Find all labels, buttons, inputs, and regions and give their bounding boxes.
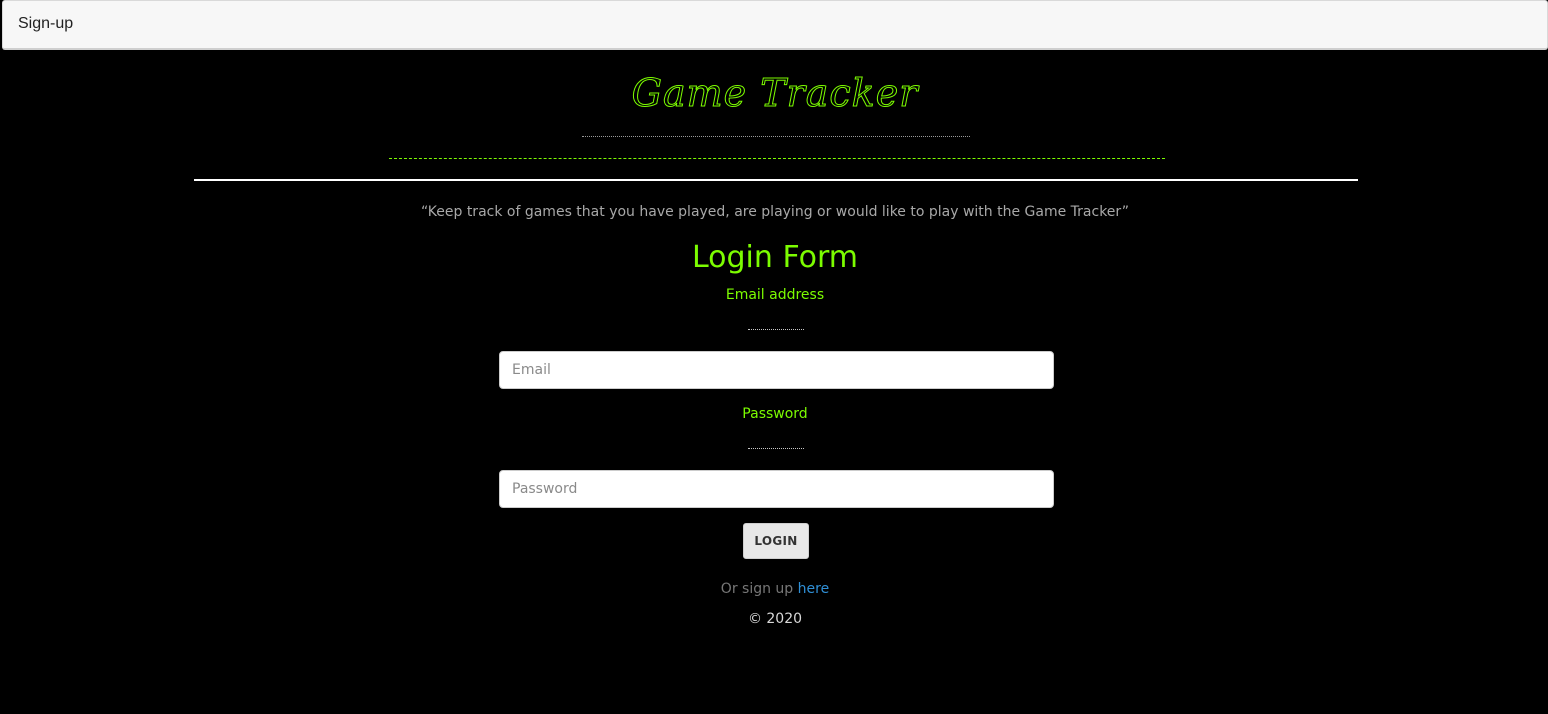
password-label-underline bbox=[748, 448, 804, 449]
signup-link[interactable]: here bbox=[798, 581, 830, 597]
login-button[interactable]: LOGIN bbox=[743, 523, 809, 559]
email-input[interactable] bbox=[499, 351, 1054, 389]
header-divider bbox=[194, 179, 1358, 181]
logo-underline-dashed bbox=[389, 158, 1165, 159]
signup-prompt-text: Or sign up bbox=[720, 581, 798, 597]
copyright: © 2020 bbox=[747, 611, 803, 627]
window-title-bar: Sign-up bbox=[2, 0, 1548, 50]
logo-underline-dotted bbox=[582, 136, 970, 137]
email-label-underline bbox=[748, 329, 804, 330]
page-content: Game Tracker “Keep track of games that y… bbox=[2, 54, 1548, 714]
window-title: Sign-up bbox=[18, 15, 74, 32]
form-title: Login Form bbox=[691, 240, 859, 275]
signup-prompt: Or sign up here bbox=[2, 581, 1548, 597]
site-logo: Game Tracker bbox=[631, 71, 919, 116]
password-input[interactable] bbox=[499, 470, 1054, 508]
tagline: “Keep track of games that you have playe… bbox=[420, 204, 1130, 220]
password-label: Password bbox=[742, 406, 808, 422]
email-label: Email address bbox=[725, 287, 825, 303]
